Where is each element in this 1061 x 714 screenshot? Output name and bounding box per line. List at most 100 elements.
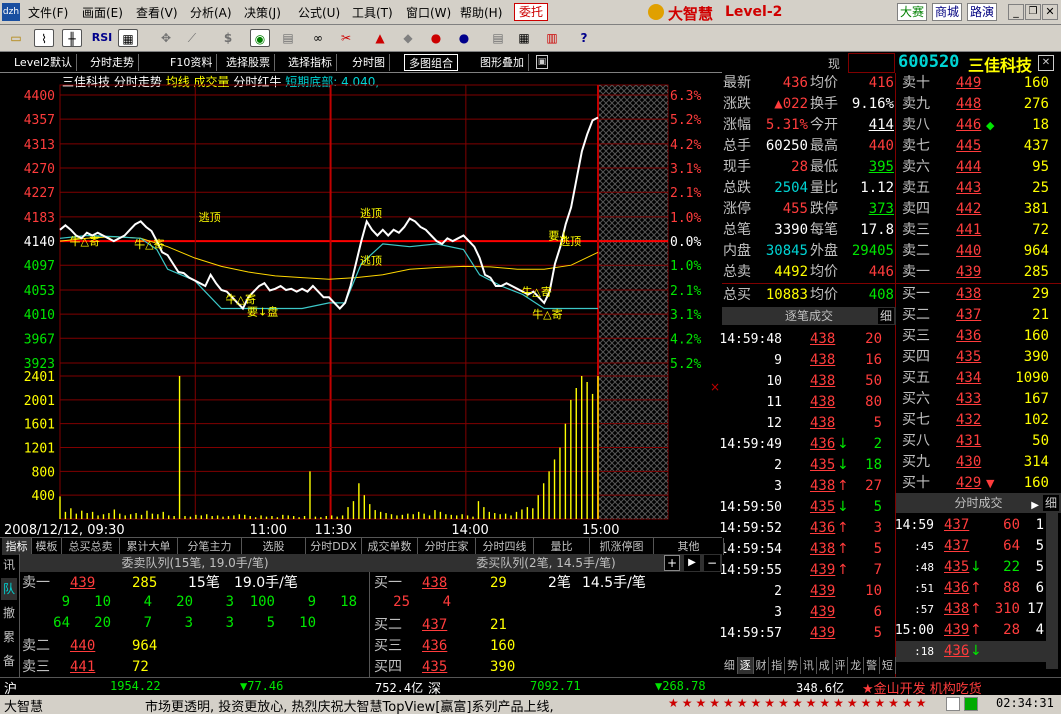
diamond-icon[interactable]: ◆	[398, 29, 418, 47]
menu-window[interactable]: 窗口(W)	[406, 4, 451, 21]
menu-help[interactable]: 帮助(H)	[460, 4, 502, 21]
tab-multi-chart[interactable]: 多图组合	[404, 54, 458, 71]
lock-icon[interactable]: ▣	[536, 55, 548, 69]
queue-order[interactable]: 3	[204, 594, 234, 610]
queue-play-button[interactable]: ▶	[684, 555, 700, 571]
queue-order[interactable]: 3	[163, 615, 193, 631]
indicator-tab[interactable]: 分笔主力	[178, 538, 242, 555]
tick-tab[interactable]: 龙	[848, 657, 865, 674]
queue-order[interactable]: 64	[40, 615, 70, 631]
bid-row[interactable]: 买八 431 50	[896, 431, 1061, 452]
rsi-icon[interactable]: RSI	[90, 29, 114, 47]
help-icon[interactable]: ?	[574, 29, 594, 47]
bid-row[interactable]: 买九 430 314	[896, 452, 1061, 473]
indicator-tab[interactable]: 其他	[654, 538, 724, 555]
ticker-message[interactable]: 市场更透明, 投资更放心, 热烈庆祝大智慧TopView[赢富]系列产品上线,	[145, 696, 554, 714]
lips-icon[interactable]: ●	[426, 29, 446, 47]
tick-tab[interactable]: 评	[832, 657, 849, 674]
indicator-tab[interactable]: 成交单数	[362, 538, 418, 555]
menu-formula[interactable]: 公式(U)	[298, 4, 340, 21]
ask-row[interactable]: 卖三 441 72	[896, 220, 1061, 241]
tab-overlay[interactable]: 图形叠加	[476, 54, 529, 71]
bid-row[interactable]: 买四 435 390	[896, 347, 1061, 368]
minute-scrollbar[interactable]	[1046, 513, 1058, 669]
menu-view[interactable]: 查看(V)	[136, 4, 178, 21]
table-icon[interactable]: ▦	[514, 29, 534, 47]
tab-intraday[interactable]: 分时走势	[86, 54, 139, 71]
indicator-tab[interactable]: 分时庄家	[418, 538, 476, 555]
tick-tab[interactable]: 短	[880, 657, 896, 674]
tick-tab[interactable]: 警	[864, 657, 880, 674]
queue-order[interactable]: 5	[245, 615, 275, 631]
queue-order[interactable]: 100	[245, 594, 275, 610]
ask-row[interactable]: 卖二 440 964	[896, 241, 1061, 262]
side-tab[interactable]: 撤	[1, 602, 17, 624]
order-button[interactable]: 委托	[514, 3, 549, 21]
tab-f10[interactable]: F10资料	[166, 54, 218, 71]
tick-tab[interactable]: 指	[769, 657, 786, 674]
tick-tab[interactable]: 财	[753, 657, 770, 674]
tab-select-indicator[interactable]: 选择指标	[284, 54, 337, 71]
indicator-tab[interactable]: 指标	[2, 538, 32, 555]
queue-order[interactable]: 7	[122, 615, 152, 631]
ruler-icon[interactable]: ⟋	[182, 29, 202, 47]
cut-icon[interactable]: ✂	[336, 29, 356, 47]
tick-tab[interactable]: 讯	[801, 657, 817, 674]
ask-row[interactable]: 卖四 442 381	[896, 199, 1061, 220]
bid-row[interactable]: 买一 438 29	[896, 284, 1061, 305]
queue-order[interactable]: 25	[390, 594, 410, 610]
tab-select-stock[interactable]: 选择股票	[222, 54, 275, 71]
move-icon[interactable]: ✥	[156, 29, 176, 47]
stripes-icon[interactable]: ▤	[278, 29, 298, 47]
side-tab[interactable]: 队	[1, 578, 17, 600]
indicator-tab[interactable]: 模板	[32, 538, 62, 555]
indicator-tab[interactable]: 量比	[534, 538, 590, 555]
tab-level2-default[interactable]: Level2默认	[10, 54, 78, 71]
menu-decision[interactable]: 决策(J)	[244, 4, 281, 21]
ask-row[interactable]: 卖十 449 160	[896, 73, 1061, 94]
intraday-chart-svg[interactable]: 4400 6.3% 4357 5.2% 4313 4.2% 4270 3.1% 4227 2.1%…	[0, 73, 722, 537]
close-icon[interactable]: ✕	[1042, 4, 1058, 20]
menu-tools[interactable]: 工具(T)	[352, 4, 393, 21]
kline-icon[interactable]: ╫	[62, 29, 82, 47]
close-panel-icon[interactable]: ✕	[1038, 55, 1054, 71]
restore-icon[interactable]: ❐	[1025, 4, 1041, 20]
ask-row[interactable]: 卖七 445 437	[896, 136, 1061, 157]
menu-screen[interactable]: 画面(E)	[82, 4, 123, 21]
books-icon[interactable]: ▥	[542, 29, 562, 47]
tick-tab[interactable]: 势	[785, 657, 801, 674]
bid-row[interactable]: 买二 437 21	[896, 305, 1061, 326]
indicator-tab[interactable]: 总买总卖	[62, 538, 120, 555]
circle-icon[interactable]: ●	[454, 29, 474, 47]
doc-icon[interactable]: ▤	[488, 29, 508, 47]
bid-row[interactable]: 买六 433 167	[896, 389, 1061, 410]
indicator-tab[interactable]: 分时DDX	[306, 538, 362, 555]
ask-row[interactable]: 卖八 446 ◆ 18	[896, 115, 1061, 136]
ask-row[interactable]: 卖五 443 25	[896, 178, 1061, 199]
side-tab[interactable]: 讯	[1, 554, 17, 576]
bid-row[interactable]: 买七 432 102	[896, 410, 1061, 431]
indicator-tab[interactable]: 抓涨停图	[590, 538, 654, 555]
dollar-icon[interactable]: $	[218, 29, 238, 47]
bid-row[interactable]: 买五 434 1090	[896, 368, 1061, 389]
menu-analysis[interactable]: 分析(A)	[190, 4, 232, 21]
alert-icon[interactable]: ▲	[370, 29, 390, 47]
queue-remove-button[interactable]: −	[704, 555, 720, 571]
queue-order[interactable]: 20	[81, 615, 111, 631]
queue-order[interactable]: 18	[327, 594, 357, 610]
indicator-tab[interactable]: 选股	[242, 538, 306, 555]
ask-row[interactable]: 卖九 448 276	[896, 94, 1061, 115]
chart-icon[interactable]: ⌇	[34, 29, 54, 47]
mall-button[interactable]: 商城	[932, 3, 962, 21]
side-tab[interactable]: 备	[1, 650, 17, 672]
eye-icon[interactable]: ◉	[250, 29, 270, 47]
side-tab[interactable]: 累	[1, 626, 17, 648]
queue-order[interactable]: 4	[122, 594, 152, 610]
contest-button[interactable]: 大赛	[897, 3, 927, 21]
bid-row[interactable]: 买十 429 ▼ 160	[896, 473, 1061, 494]
bid-row[interactable]: 买三 436 160	[896, 326, 1061, 347]
indicator-tab[interactable]: 累计大单	[120, 538, 178, 555]
indicator-tab[interactable]: 分时四线	[476, 538, 534, 555]
tick-detail-button[interactable]: 细	[878, 308, 894, 324]
queue-order[interactable]: 10	[81, 594, 111, 610]
